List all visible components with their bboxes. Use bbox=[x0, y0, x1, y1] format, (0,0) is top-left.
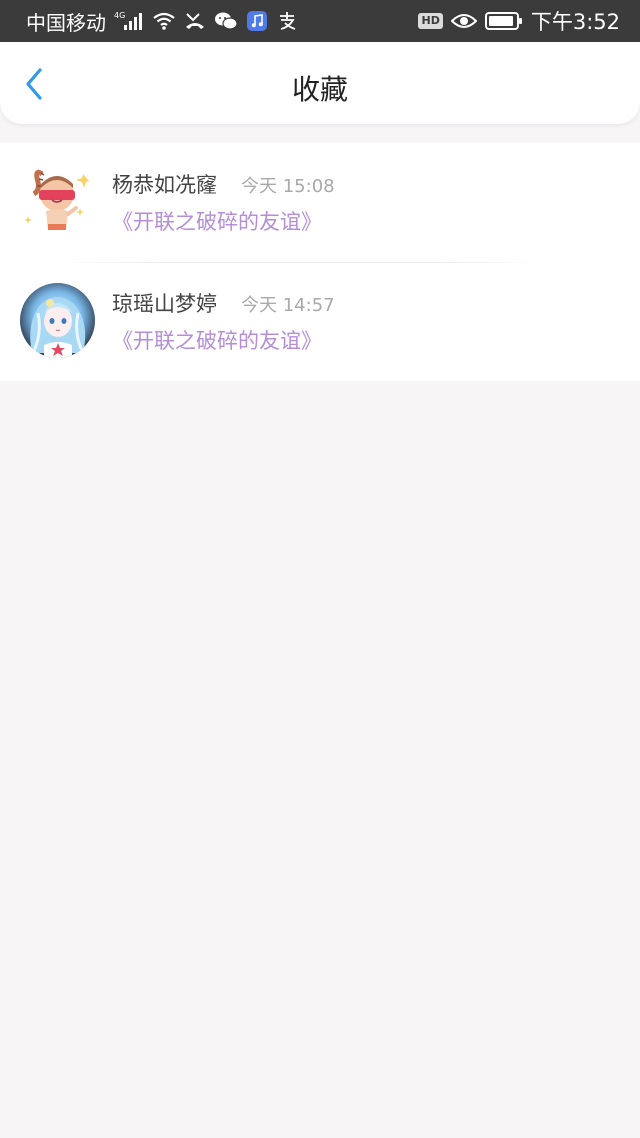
alipay-icon bbox=[276, 10, 298, 32]
eye-comfort-icon bbox=[450, 12, 477, 30]
status-bar: 中国移动 4G HD 下午3:52 bbox=[0, 0, 640, 42]
missed-call-icon bbox=[184, 11, 206, 31]
carrier-label: 中国移动 bbox=[26, 10, 106, 35]
list-item[interactable]: 琼瑶山梦婷 今天 14:57 《开联之破碎的友谊》 bbox=[0, 262, 640, 381]
hd-badge: HD bbox=[418, 13, 443, 29]
favorite-title-link[interactable]: 《开联之破碎的友谊》 bbox=[112, 326, 322, 356]
avatar[interactable] bbox=[20, 164, 95, 239]
network-type-label: 4G bbox=[114, 11, 125, 20]
timestamp: 今天 14:57 bbox=[241, 295, 335, 316]
favorite-title-link[interactable]: 《开联之破碎的友谊》 bbox=[112, 207, 322, 237]
anime-girl-avatar bbox=[20, 283, 95, 358]
wechat-icon bbox=[214, 11, 238, 31]
wifi-icon bbox=[152, 11, 176, 31]
status-bar-right: HD 下午3:52 bbox=[418, 6, 620, 36]
cartoon-avatar bbox=[20, 164, 95, 239]
avatar[interactable] bbox=[20, 283, 95, 358]
status-bar-left: 中国移动 4G bbox=[26, 7, 298, 36]
user-name: 琼瑶山梦婷 bbox=[112, 292, 217, 316]
timestamp: 今天 15:08 bbox=[241, 176, 335, 197]
signal-icon: 4G bbox=[114, 10, 144, 32]
favorites-list: 杨恭如冼窿 今天 15:08 《开联之破碎的友谊》 琼瑶山梦婷 今天 14:57… bbox=[0, 143, 640, 381]
nav-bar: 收藏 bbox=[0, 42, 640, 124]
list-item[interactable]: 杨恭如冼窿 今天 15:08 《开联之破碎的友谊》 bbox=[0, 143, 640, 262]
music-app-icon bbox=[246, 10, 268, 32]
status-time: 下午3:52 bbox=[530, 10, 620, 34]
page-title: 收藏 bbox=[291, 73, 348, 106]
battery-icon bbox=[484, 11, 523, 31]
user-name: 杨恭如冼窿 bbox=[112, 173, 217, 197]
